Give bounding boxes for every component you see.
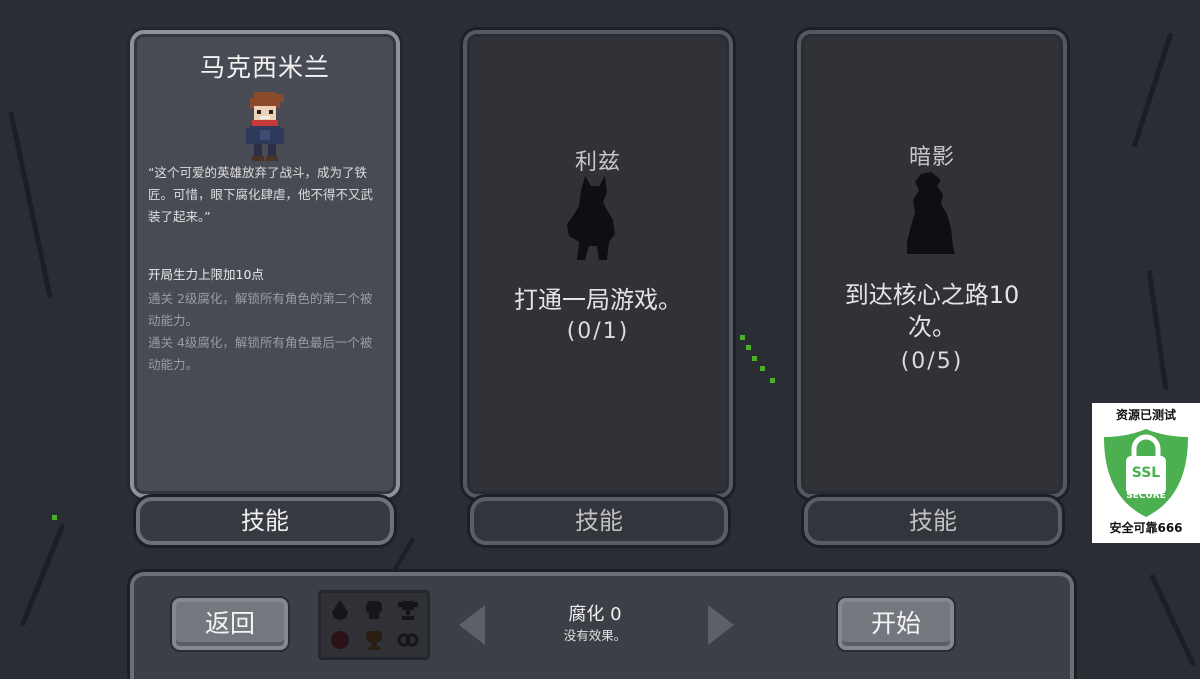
- locked-silhouette-icon: [907, 172, 955, 254]
- locked-silhouette-icon: [567, 176, 615, 260]
- character-name: 暗影: [908, 145, 955, 170]
- ssl-shield-line2: SECURE: [1126, 491, 1166, 501]
- skull-icon[interactable]: [363, 599, 385, 621]
- unlock-progress: (0/1): [566, 319, 630, 344]
- corruption-increase-arrow-icon[interactable]: [708, 605, 734, 645]
- vine-leaf: [760, 366, 765, 371]
- vine-leaf: [740, 335, 745, 340]
- background-crack: [1146, 270, 1169, 390]
- shield-icon[interactable]: [363, 629, 385, 651]
- ssl-badge-top-text: 资源已测试: [1115, 408, 1176, 422]
- drop-icon[interactable]: [329, 599, 351, 621]
- character-name: 马克西米兰: [199, 53, 330, 82]
- infinity-icon[interactable]: [397, 629, 419, 651]
- skill-button[interactable]: 技能: [470, 497, 728, 545]
- back-button[interactable]: 返回: [172, 598, 288, 650]
- character-card-shadow[interactable]: 暗影 到达核心之路10次。 (0/5): [797, 30, 1067, 498]
- ssl-shield-line1: SSL: [1132, 465, 1161, 481]
- character-name: 利兹: [574, 150, 621, 175]
- unlock-requirement: 到达核心之路10次。: [844, 281, 1020, 341]
- character-passive: 通关 4级腐化，解锁所有角色最后一个被动能力。: [148, 335, 373, 372]
- vine-leaf: [52, 515, 57, 520]
- character-card-maximilian[interactable]: 马克西米兰 “这个可爱的英雄放弃了战斗，成为了铁匠。可惜，眼下腐化肆虐，他不得不…: [130, 30, 400, 498]
- vine-leaf: [752, 356, 757, 361]
- skill-button[interactable]: 技能: [804, 497, 1062, 545]
- ssl-badge: 资源已测试 SSL SECURE 安全可靠666: [1092, 403, 1200, 543]
- corruption-icons-panel: [318, 590, 430, 660]
- vine-leaf: [770, 378, 775, 383]
- corruption-level: 腐化 0: [568, 604, 622, 625]
- background-crack: [1149, 573, 1196, 667]
- background-crack: [1131, 32, 1174, 148]
- unlock-progress: (0/5): [900, 349, 964, 374]
- character-passive: 通关 2级腐化，解锁所有角色的第二个被动能力。: [148, 291, 373, 328]
- character-card-liz[interactable]: 利兹 打通一局游戏。 (0/1): [463, 30, 733, 498]
- background-crack: [8, 111, 53, 299]
- trophy-icon[interactable]: [397, 599, 419, 621]
- corruption-effect: 没有效果。: [563, 628, 627, 643]
- skill-button[interactable]: 技能: [136, 497, 394, 545]
- unlock-requirement: 打通一局游戏。: [514, 286, 682, 314]
- vine-leaf: [746, 345, 751, 350]
- character-description: “这个可爱的英雄放弃了战斗，成为了铁匠。可惜，眼下腐化肆虐，他不得不又武装了起来…: [148, 165, 374, 224]
- orb-icon[interactable]: [329, 629, 351, 651]
- start-button[interactable]: 开始: [838, 598, 954, 650]
- background-crack: [19, 523, 66, 627]
- maximilian-portrait-icon: [246, 92, 284, 161]
- corruption-decrease-arrow-icon[interactable]: [459, 605, 485, 645]
- ssl-badge-bottom-text: 安全可靠666: [1109, 521, 1183, 535]
- character-stat: 开局生力上限加10点: [148, 267, 264, 282]
- ssl-shield-icon: SSL SECURE: [1104, 429, 1188, 517]
